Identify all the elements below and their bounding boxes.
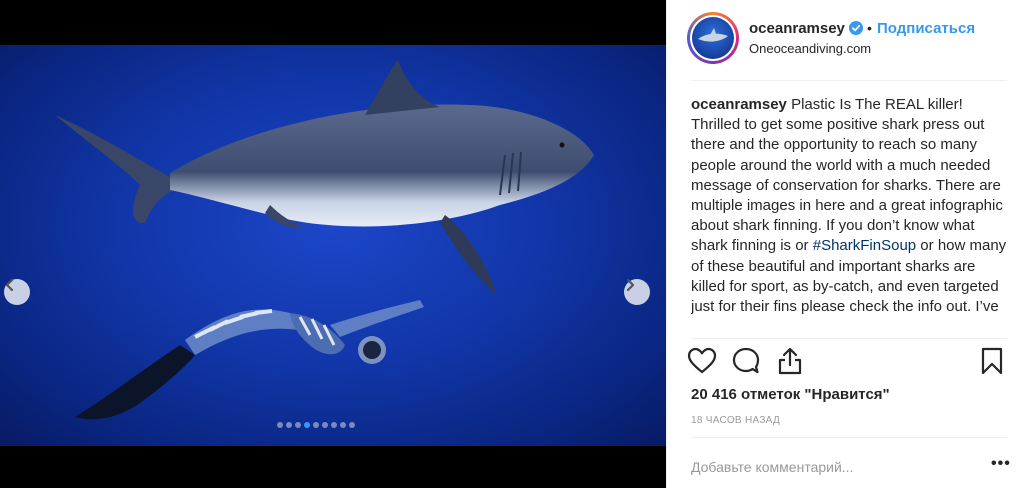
avatar-image xyxy=(692,17,734,59)
comment-divider xyxy=(691,437,1007,438)
bookmark-icon[interactable] xyxy=(977,346,1007,376)
post-timestamp[interactable]: 18 ЧАСОВ НАЗАД xyxy=(691,415,780,426)
post-actions xyxy=(687,346,1007,378)
comment-icon[interactable] xyxy=(731,346,761,376)
post-location[interactable]: Oneoceandiving.com xyxy=(749,41,871,56)
header-divider xyxy=(691,80,1007,81)
shark-diver-illustration xyxy=(55,60,594,420)
carousel-next-button[interactable] xyxy=(624,279,650,305)
carousel-dot xyxy=(286,422,292,428)
more-options-button[interactable]: ••• xyxy=(991,456,1011,472)
likes-count[interactable]: 20 416 отметок "Нравится" xyxy=(691,386,890,403)
avatar[interactable] xyxy=(687,12,739,64)
follow-button[interactable]: Подписаться xyxy=(877,20,975,37)
post-media xyxy=(0,0,666,488)
like-heart-icon[interactable] xyxy=(687,346,717,376)
shark xyxy=(55,60,594,295)
carousel-dot xyxy=(322,422,328,428)
caption-divider xyxy=(691,338,1007,339)
carousel-dots xyxy=(277,422,355,428)
carousel-dot xyxy=(277,422,283,428)
chevron-left-icon xyxy=(5,279,14,291)
shark-avatar-icon xyxy=(698,28,728,42)
carousel-dot xyxy=(331,422,337,428)
post-username[interactable]: oceanramsey xyxy=(749,20,845,37)
post-caption: oceanramsey Plastic Is The REAL killer! … xyxy=(691,95,1007,337)
chevron-right-icon xyxy=(626,279,635,291)
diver xyxy=(75,300,424,420)
caption-text: Plastic Is The REAL killer! Thrilled to … xyxy=(691,96,1003,255)
carousel-prev-button[interactable] xyxy=(4,279,30,305)
header-separator: • xyxy=(867,20,872,36)
carousel-dot xyxy=(313,422,319,428)
caption-hashtag[interactable]: #SharkFinSoup xyxy=(813,237,916,254)
carousel-dot xyxy=(295,422,301,428)
comment-input[interactable]: Добавьте комментарий... xyxy=(691,459,853,475)
post-side-panel: oceanramsey • Подписаться Oneoceandiving… xyxy=(666,0,1024,488)
post-photo-shark-diver[interactable] xyxy=(0,45,666,446)
caption-username[interactable]: oceanramsey xyxy=(691,96,787,113)
carousel-dot xyxy=(304,422,310,428)
verified-badge-icon xyxy=(849,21,863,35)
post-header: oceanramsey • Подписаться Oneoceandiving… xyxy=(667,0,1024,80)
carousel-dot xyxy=(349,422,355,428)
carousel-dot xyxy=(340,422,346,428)
share-icon[interactable] xyxy=(775,346,805,376)
